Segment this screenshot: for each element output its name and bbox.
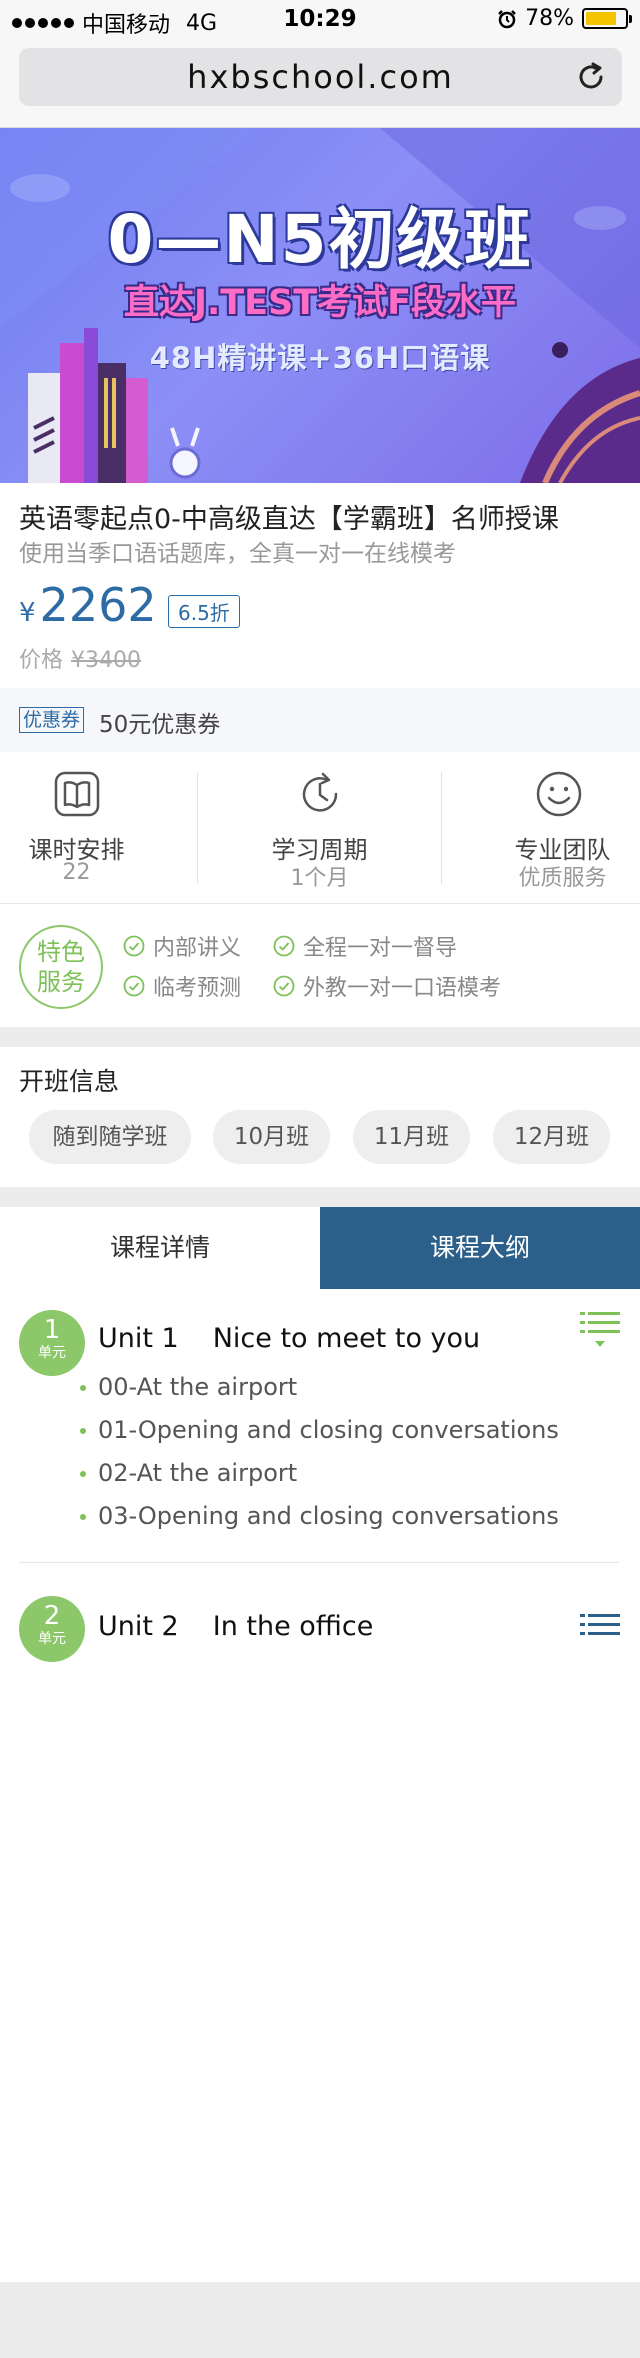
clock-icon xyxy=(302,772,338,812)
tab-course-details[interactable]: 课程详情 xyxy=(0,1207,320,1289)
unit-number: 1 xyxy=(43,1315,61,1345)
feature-item: 内部讲义 xyxy=(123,930,241,962)
browser-toolbar: hxbschool.com xyxy=(0,40,640,128)
info-period: 学习周期 1个月 xyxy=(213,752,426,904)
price-value: 2262 xyxy=(39,578,157,632)
original-price-label: 价格 xyxy=(19,648,64,673)
lesson-item[interactable]: 03-Opening and closing conversations xyxy=(80,1502,559,1530)
course-subtitle: 使用当季口语话题库，全真一对一在线模考 xyxy=(19,541,456,567)
address-bar[interactable]: hxbschool.com xyxy=(19,48,622,106)
unit-label: Unit 2 xyxy=(98,1611,179,1642)
unit-label: Unit 1 xyxy=(98,1323,179,1354)
price: ¥ 2262 xyxy=(19,578,157,632)
status-right: 78% xyxy=(497,6,632,31)
tab-course-outline[interactable]: 课程大纲 xyxy=(320,1207,640,1289)
url-text[interactable]: hxbschool.com xyxy=(19,58,622,96)
feature-item-label: 外教一对一口语模考 xyxy=(303,976,502,1001)
discount-badge: 6.5折 xyxy=(168,595,240,628)
info-team: 专业团队 优质服务 xyxy=(427,752,640,904)
course-info-row: 课时安排 22 学习周期 1个月 专业团队 优质服务 xyxy=(0,752,640,904)
features-badge-line2: 服务 xyxy=(37,968,85,996)
unit-badge: 1 单元 xyxy=(19,1310,85,1376)
class-option[interactable]: 12月班 xyxy=(493,1110,610,1164)
battery-icon xyxy=(582,8,632,29)
divider xyxy=(197,772,198,884)
reload-icon[interactable] xyxy=(574,60,608,94)
feature-item: 全程一对一督导 xyxy=(273,930,457,962)
unit-number: 2 xyxy=(43,1601,61,1631)
info-lessons: 课时安排 22 xyxy=(0,752,213,904)
unit-title[interactable]: Unit 2 In the office xyxy=(98,1611,373,1642)
feature-item: 临考预测 xyxy=(123,970,241,1002)
original-price: 价格 ¥3400 xyxy=(19,642,141,674)
class-option[interactable]: 11月班 xyxy=(353,1110,470,1164)
unit-title[interactable]: Unit 1 Nice to meet to you xyxy=(98,1323,480,1354)
info-team-value: 优质服务 xyxy=(518,866,607,891)
info-lessons-value: 22 xyxy=(62,860,91,885)
battery-percent: 78% xyxy=(525,6,574,31)
class-option[interactable]: 随到随学班 xyxy=(29,1110,191,1164)
unit-name: In the office xyxy=(212,1611,374,1642)
feature-item-label: 内部讲义 xyxy=(153,936,242,961)
outline-list-icon[interactable] xyxy=(580,1310,620,1350)
lesson-item[interactable]: 02-At the airport xyxy=(79,1459,297,1487)
smile-icon xyxy=(536,771,582,817)
promo-banner[interactable]: 0—N5初级班 直达J.TEST考试F段水平 48H精讲课+36H口语课 xyxy=(0,128,640,483)
coupon-tag: 优惠券 xyxy=(19,707,85,733)
unit-caption: 单元 xyxy=(38,1631,66,1647)
features-section: 特色 服务 内部讲义 全程一对一督导 临考预测 外教一对一口语模考 xyxy=(0,905,640,1027)
coupon-text: 50元优惠券 xyxy=(99,712,221,738)
unit-badge: 2 单元 xyxy=(19,1596,85,1662)
outline-list-icon[interactable] xyxy=(580,1609,620,1649)
banner-subtitle: 直达J.TEST考试F段水平 xyxy=(123,283,517,323)
original-price-value: ¥3400 xyxy=(71,648,142,673)
banner-title: 0—N5初级班 xyxy=(107,201,533,278)
lesson-item[interactable]: 00-At the airport xyxy=(79,1373,297,1401)
price-currency: ¥ xyxy=(19,598,36,628)
alarm-icon xyxy=(498,9,516,28)
class-info-title: 开班信息 xyxy=(19,1067,120,1096)
check-circle-icon xyxy=(123,935,145,957)
banner-subtitle-secondary: 48H精讲课+36H口语课 xyxy=(149,341,491,375)
lesson-item[interactable]: 01-Opening and closing conversations xyxy=(80,1416,559,1444)
check-circle-icon xyxy=(123,975,145,997)
coupon-row[interactable]: 优惠券 50元优惠券 xyxy=(0,688,640,752)
features-badge-line1: 特色 xyxy=(37,938,85,966)
tab-bar: 课程详情 课程大纲 xyxy=(0,1207,640,1289)
check-circle-icon xyxy=(273,975,295,997)
battery-fill xyxy=(586,12,616,25)
section-divider xyxy=(0,1027,640,1047)
bottom-band xyxy=(0,2282,640,2358)
course-title: 英语零起点0-中高级直达【学霸班】名师授课 xyxy=(19,504,559,535)
feature-item: 外教一对一口语模考 xyxy=(273,970,501,1002)
class-option[interactable]: 10月班 xyxy=(213,1110,330,1164)
features-badge: 特色 服务 xyxy=(19,925,103,1009)
book-icon xyxy=(54,771,100,817)
feature-item-label: 临考预测 xyxy=(153,976,242,1001)
status-bar: 中国移动 4G 10:29 78% xyxy=(0,0,640,40)
info-period-value: 1个月 xyxy=(290,866,349,891)
divider xyxy=(19,1562,619,1563)
unit-caption: 单元 xyxy=(38,1345,66,1361)
section-divider xyxy=(0,1187,640,1207)
check-circle-icon xyxy=(273,935,295,957)
feature-item-label: 全程一对一督导 xyxy=(303,936,458,961)
unit-name: Nice to meet to you xyxy=(212,1323,481,1354)
